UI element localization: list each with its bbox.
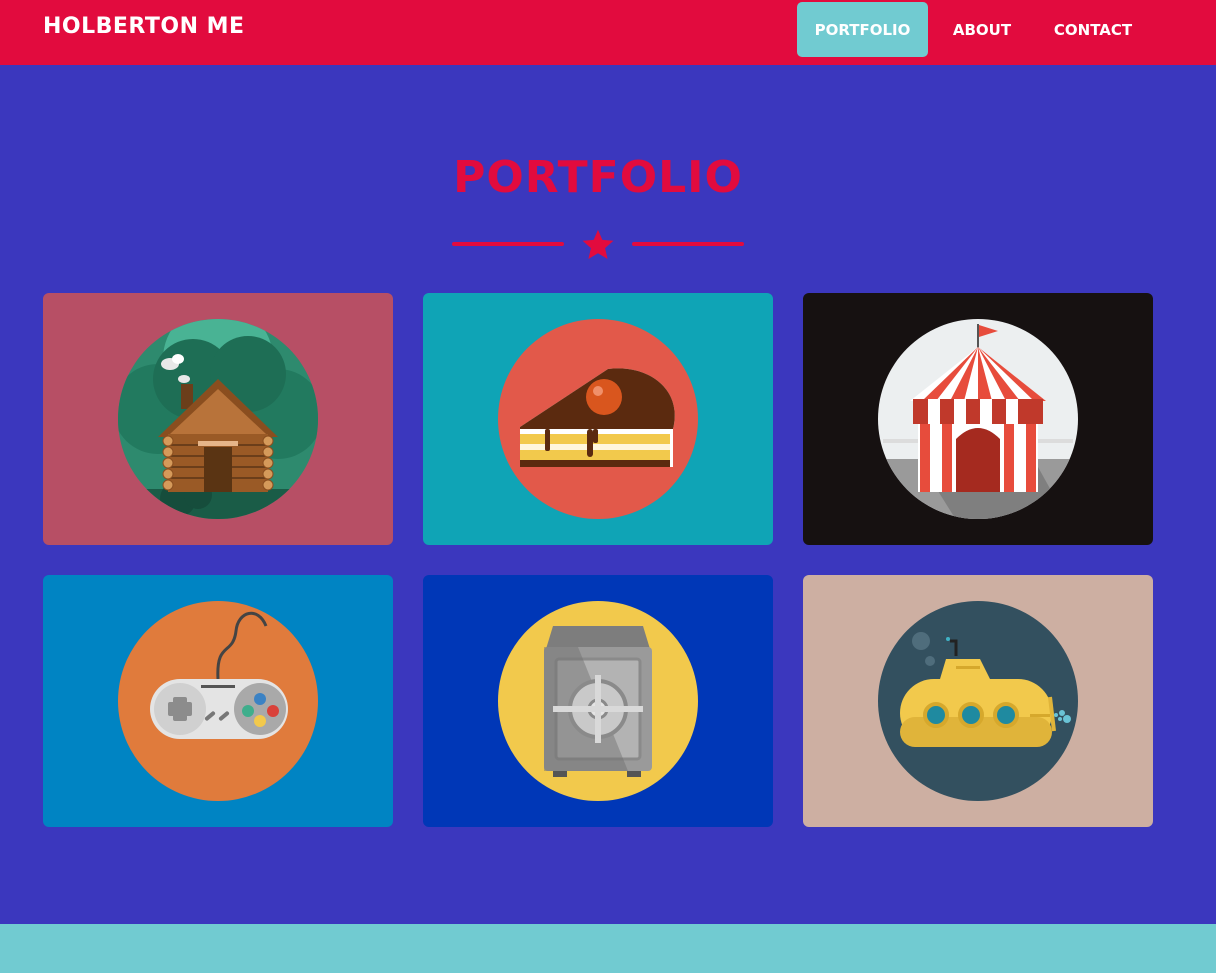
portfolio-item-submarine[interactable] <box>803 575 1153 827</box>
footer <box>0 924 1216 973</box>
brand-logo[interactable]: HOLBERTON ME <box>43 14 245 39</box>
divider-line-left <box>452 242 564 246</box>
cabin-icon <box>118 319 318 519</box>
divider-line-right <box>632 242 744 246</box>
portfolio-item-circus-tent[interactable] <box>803 293 1153 545</box>
circus-tent-icon <box>878 319 1078 519</box>
safe-icon <box>498 601 698 801</box>
portfolio-item-game-controller[interactable] <box>43 575 393 827</box>
game-controller-icon <box>118 601 318 801</box>
cake-icon <box>498 319 698 519</box>
portfolio-item-safe[interactable] <box>423 575 773 827</box>
submarine-icon <box>878 601 1078 801</box>
nav-link-portfolio[interactable]: PORTFOLIO <box>797 2 928 57</box>
nav-link-contact[interactable]: CONTACT <box>1037 2 1149 57</box>
portfolio-item-cake[interactable] <box>423 293 773 545</box>
portfolio-title: PORTFOLIO <box>453 152 743 203</box>
portfolio-item-cabin[interactable] <box>43 293 393 545</box>
navbar: HOLBERTON ME PORTFOLIO ABOUT CONTACT <box>0 0 1216 65</box>
star-icon <box>582 229 614 259</box>
nav-link-about[interactable]: ABOUT <box>937 2 1027 57</box>
